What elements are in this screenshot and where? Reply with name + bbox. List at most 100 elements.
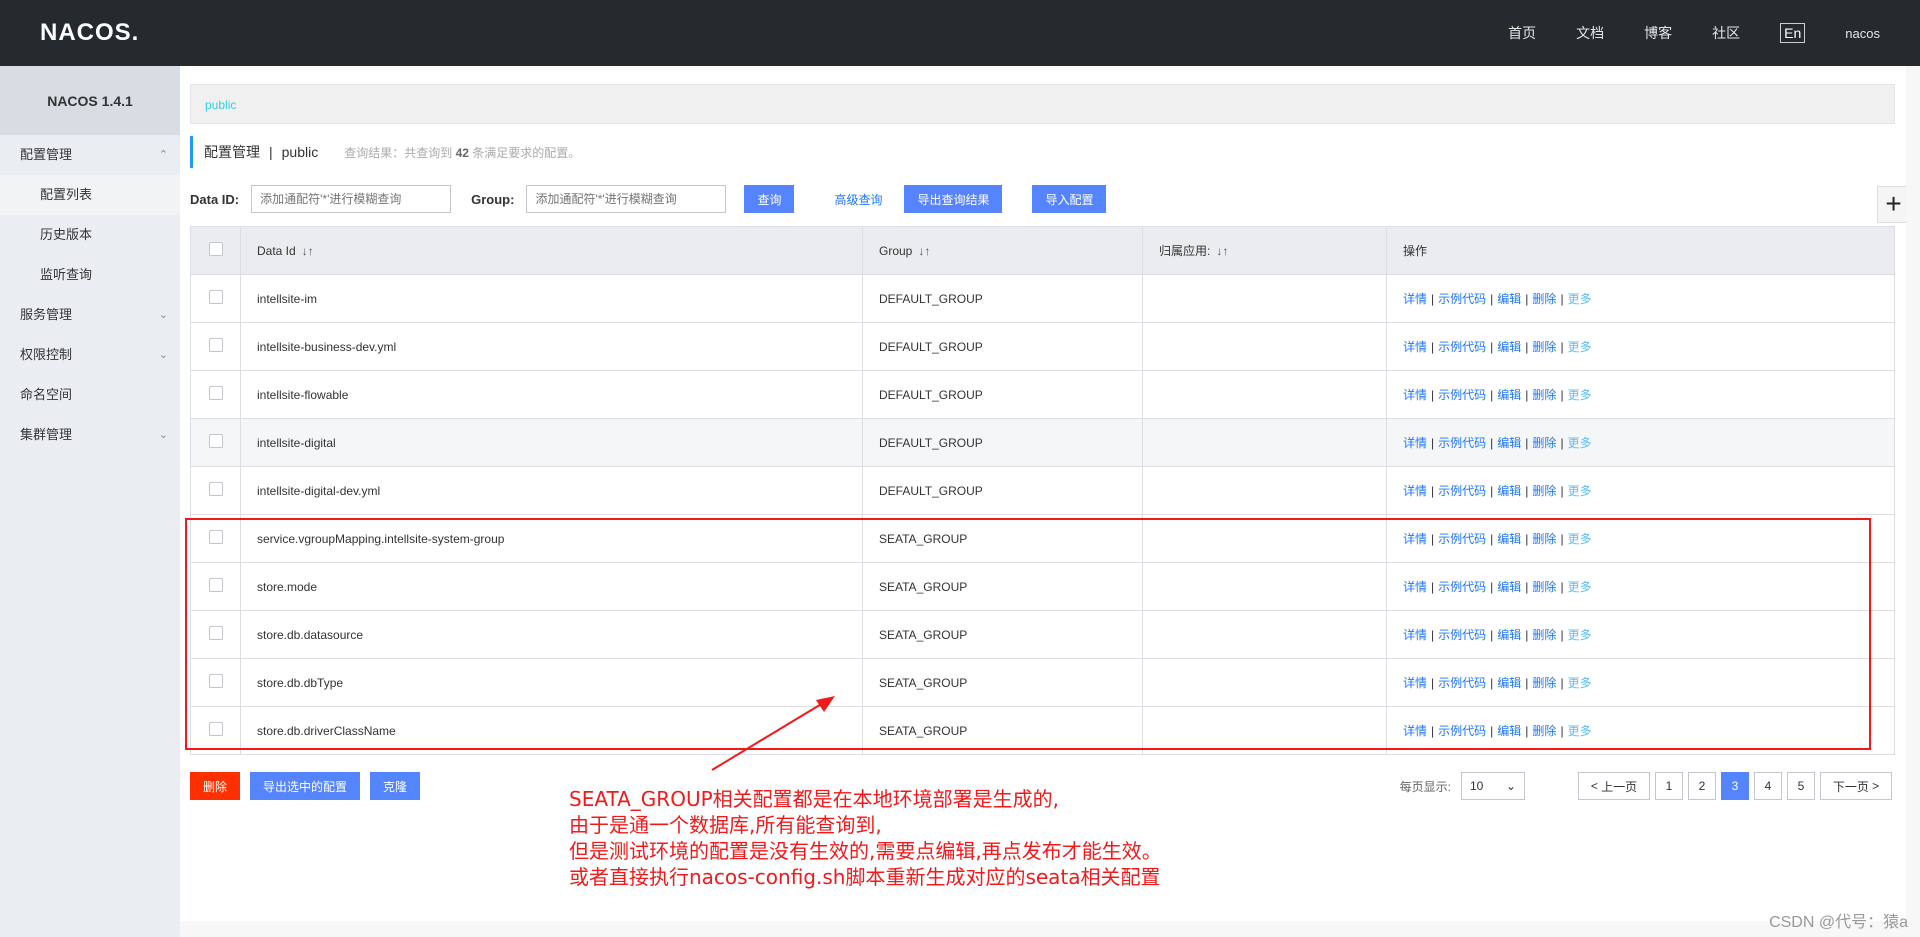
pagination: 每页显示: 10 ⌄ < 上一页 1 2 3 4 5 下一页 > (1400, 772, 1892, 800)
page-3[interactable]: 3 (1721, 772, 1749, 800)
row-checkbox[interactable] (209, 434, 223, 448)
sidebar-item-permission[interactable]: 权限控制 ⌄ (0, 335, 180, 375)
op-separator: | (1525, 388, 1529, 402)
op-separator: | (1490, 292, 1494, 306)
group-input[interactable] (526, 185, 727, 213)
query-result-hint: 查询结果：共查询到 42 条满足要求的配置。 (344, 145, 581, 160)
row-checkbox[interactable] (209, 386, 223, 400)
vertical-scrollbar[interactable] (1906, 66, 1920, 937)
sidebar-item-service-management[interactable]: 服务管理 ⌄ (0, 295, 180, 335)
op-link[interactable]: 示例代码 (1438, 436, 1486, 450)
op-link[interactable]: 编辑 (1497, 388, 1521, 402)
sort-icon[interactable]: ↓↑ (302, 244, 314, 258)
dataid-input[interactable] (251, 185, 452, 213)
op-link[interactable]: 编辑 (1497, 436, 1521, 450)
group-cell: DEFAULT_GROUP (862, 418, 1143, 467)
sidebar-item-label: 命名空间 (20, 387, 73, 402)
op-link[interactable]: 删除 (1532, 388, 1556, 402)
op-link[interactable]: 示例代码 (1438, 340, 1486, 354)
actions-cell: 详情 | 示例代码 | 编辑 | 删除 | 更多 (1386, 466, 1895, 515)
op-separator: | (1560, 484, 1564, 498)
page-2[interactable]: 2 (1688, 772, 1716, 800)
nav-blog[interactable]: 博客 (1644, 23, 1672, 43)
op-separator: | (1490, 388, 1494, 402)
row-checkbox[interactable] (209, 290, 223, 304)
sidebar: NACOS 1.4.1 配置管理 ⌃ 配置列表 历史版本 监听查询 服务管理 ⌄… (0, 66, 180, 937)
sidebar-item-namespace[interactable]: 命名空间 (0, 375, 180, 415)
advanced-query-link[interactable]: 高级查询 (834, 191, 882, 208)
annotation-line: 由于是通一个数据库,所有能查询到, (569, 813, 882, 837)
table-row: intellsite-flowable DEFAULT_GROUP 详情 | 示例代码 |… (190, 370, 1895, 419)
op-link[interactable]: 更多 (1568, 292, 1592, 306)
sort-icon[interactable]: ↓↑ (918, 244, 930, 258)
sort-icon[interactable]: ↓↑ (1216, 244, 1228, 258)
row-checkbox-cell (190, 466, 241, 515)
watermark: CSDN @代号：猿a (1769, 914, 1908, 931)
row-checkbox[interactable] (209, 482, 223, 496)
col-dataid[interactable]: Data Id ↓↑ (240, 226, 863, 275)
row-checkbox[interactable] (209, 338, 223, 352)
user-name[interactable]: nacos (1845, 26, 1880, 41)
actions-cell: 详情 | 示例代码 | 编辑 | 删除 | 更多 (1386, 370, 1895, 419)
op-link[interactable]: 删除 (1532, 436, 1556, 450)
op-link[interactable]: 示例代码 (1438, 388, 1486, 402)
dataid-cell: intellsite-business-dev.yml (240, 322, 863, 371)
op-link[interactable]: 删除 (1532, 340, 1556, 354)
top-nav: 首页 文档 博客 社区 En nacos (1508, 0, 1920, 66)
sidebar-item-history[interactable]: 历史版本 (0, 215, 180, 255)
op-link[interactable]: 更多 (1568, 436, 1592, 450)
op-link[interactable]: 详情 (1403, 484, 1427, 498)
op-link[interactable]: 详情 (1403, 388, 1427, 402)
col-group[interactable]: Group ↓↑ (862, 226, 1143, 275)
top-bar: NACOS. 首页 文档 博客 社区 En nacos (0, 0, 1920, 66)
sidebar-item-listener-query[interactable]: 监听查询 (0, 255, 180, 295)
nacos-logo[interactable]: NACOS. (40, 19, 139, 47)
op-link[interactable]: 删除 (1532, 484, 1556, 498)
op-link[interactable]: 详情 (1403, 292, 1427, 306)
delete-button[interactable]: 删除 (190, 772, 240, 800)
actions-cell: 详情 | 示例代码 | 编辑 | 删除 | 更多 (1386, 322, 1895, 371)
export-selected-button[interactable]: 导出选中的配置 (250, 772, 360, 800)
page-5[interactable]: 5 (1787, 772, 1815, 800)
export-results-button[interactable]: 导出查询结果 (904, 185, 1003, 213)
op-link[interactable]: 删除 (1532, 292, 1556, 306)
page-1[interactable]: 1 (1655, 772, 1683, 800)
query-button[interactable]: 查询 (744, 185, 795, 213)
nav-docs[interactable]: 文档 (1576, 23, 1604, 43)
app-cell (1142, 466, 1387, 515)
op-link[interactable]: 更多 (1568, 388, 1592, 402)
nav-community[interactable]: 社区 (1712, 23, 1740, 43)
import-config-button[interactable]: 导入配置 (1032, 185, 1107, 213)
prev-page-button[interactable]: < 上一页 (1578, 772, 1650, 800)
clone-button[interactable]: 克隆 (370, 772, 420, 800)
per-page-select[interactable]: 10 ⌄ (1461, 772, 1525, 800)
op-link[interactable]: 示例代码 (1438, 292, 1486, 306)
dataid-label: Data ID: (190, 191, 240, 207)
sidebar-item-config-list[interactable]: 配置列表 (0, 175, 180, 215)
language-toggle[interactable]: En (1780, 23, 1806, 43)
op-link[interactable]: 编辑 (1497, 340, 1521, 354)
op-separator: | (1525, 340, 1529, 354)
col-app[interactable]: 归属应用: ↓↑ (1142, 226, 1387, 275)
page-4[interactable]: 4 (1754, 772, 1782, 800)
next-page-button[interactable]: 下一页 > (1820, 772, 1892, 800)
chevron-down-icon: ⌄ (158, 429, 168, 441)
op-link[interactable]: 编辑 (1497, 292, 1521, 306)
op-link[interactable]: 更多 (1568, 484, 1592, 498)
op-link[interactable]: 详情 (1403, 340, 1427, 354)
sidebar-item-config-management[interactable]: 配置管理 ⌃ (0, 135, 180, 175)
select-all-checkbox[interactable] (209, 242, 223, 256)
op-link[interactable]: 详情 (1403, 436, 1427, 450)
nav-home[interactable]: 首页 (1508, 23, 1536, 43)
page-header: 配置管理 | public 查询结果：共查询到 42 条满足要求的配置。 (190, 136, 580, 168)
group-label: Group: (471, 191, 515, 207)
app-cell (1142, 322, 1387, 371)
namespace-tab-public[interactable]: public (205, 98, 236, 112)
namespace-bar: public (190, 84, 1895, 124)
chevron-down-icon: ⌄ (158, 349, 168, 361)
op-link[interactable]: 编辑 (1497, 484, 1521, 498)
sidebar-item-cluster[interactable]: 集群管理 ⌄ (0, 415, 180, 455)
op-link[interactable]: 更多 (1568, 340, 1592, 354)
horizontal-scrollbar[interactable] (180, 921, 1906, 937)
op-link[interactable]: 示例代码 (1438, 484, 1486, 498)
